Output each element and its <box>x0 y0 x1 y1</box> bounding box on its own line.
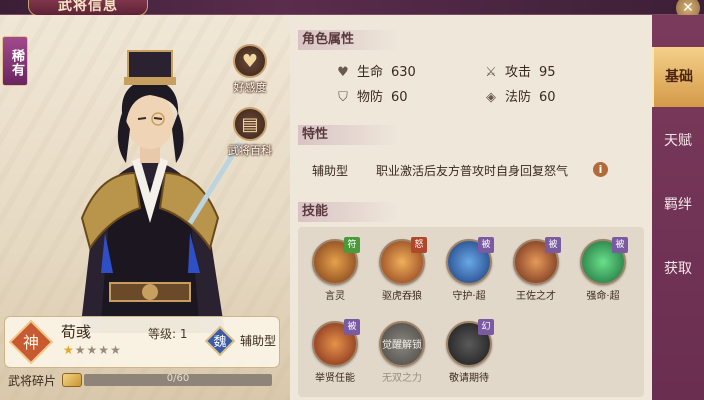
svg-text:魏: 魏 <box>213 335 226 350</box>
shard-label: 武将碎片 <box>8 374 57 388</box>
favor-label: 好感度 <box>233 81 267 94</box>
star-icon: ★ <box>86 343 99 357</box>
skill-icon: 被 <box>513 237 561 285</box>
stat-physical-defense: ⛉ 物防 60 <box>335 89 407 107</box>
hero-level: 等级: 1 <box>148 327 188 341</box>
attributes-heading: 角色属性 <box>298 30 398 50</box>
stat-magic-defense: ◈ 法防 60 <box>483 89 556 107</box>
skill-item-locked[interactable]: 觉醒解锁 无双之力 <box>372 321 432 384</box>
side-tabs: 基础 天赋 羁绊 获取 <box>652 15 704 400</box>
skill-name: 敬请期待 <box>449 373 489 384</box>
skill-icon: 被 <box>446 237 494 285</box>
tab-obtain[interactable]: 获取 <box>652 239 704 299</box>
skill-item[interactable]: 被 守护·超 <box>439 237 499 302</box>
info-icon[interactable]: i <box>593 162 608 177</box>
hero-role: 辅助型 <box>240 334 277 348</box>
skill-item[interactable]: 被 举贤任能 <box>305 319 365 384</box>
shard-progress-bar: 0/60 <box>84 373 272 386</box>
star-icon: ★ <box>63 343 75 357</box>
shield-icon: ⛉ <box>338 90 348 105</box>
svg-text:神: 神 <box>23 333 39 352</box>
skill-item[interactable]: 被 强命·超 <box>573 237 633 302</box>
star-rating: ★★★★★ <box>63 343 122 357</box>
magic-shield-icon: ◈ <box>486 90 496 105</box>
skill-tag: 被 <box>612 237 628 253</box>
skill-icon: 幻 <box>446 319 494 367</box>
skill-name: 守护·超 <box>452 291 486 302</box>
skill-tag: 被 <box>545 237 561 253</box>
skill-item[interactable]: 被 王佐之才 <box>506 237 566 302</box>
skill-icon: 被 <box>312 319 360 367</box>
skill-name: 举贤任能 <box>315 373 355 384</box>
shard-icon <box>62 373 82 387</box>
skill-locked-text: 觉醒解锁 <box>382 340 422 351</box>
hero-name: 荀彧 <box>61 323 92 341</box>
skill-tag: 幻 <box>478 319 494 335</box>
lock-icon: 觉醒解锁 <box>379 321 425 367</box>
trait-description: 职业激活后友方普攻时自身回复怒气 <box>376 164 569 178</box>
god-badge: 神 <box>9 320 53 364</box>
heart-icon: ♥ <box>337 65 349 80</box>
hero-name-card: 神 荀彧 等级: 1 ★★★★★ 魏 辅助型 <box>4 316 280 368</box>
wiki-label: 武将百科 <box>228 144 272 157</box>
shard-row: 武将碎片 0/60 <box>4 368 280 392</box>
skills-heading: 技能 <box>298 202 398 222</box>
tab-basic[interactable]: 基础 <box>652 47 704 107</box>
sword-icon: ⚔ <box>485 65 497 80</box>
stat-attack: ⚔ 攻击 95 <box>483 64 555 82</box>
star-icon: ★ <box>110 343 122 357</box>
shard-progress-text: 0/60 <box>166 373 190 384</box>
book-icon: ▤ <box>233 107 267 141</box>
skill-icon: 符 <box>312 237 360 285</box>
skill-grid: 符 言灵 怒 驱虎吞狼 被 守护·超 被 王佐之才 被 强命·超 被 举贤任能 … <box>298 227 644 397</box>
trait-heading: 特性 <box>298 125 398 145</box>
star-icon: ★ <box>98 343 111 357</box>
skill-item[interactable]: 怒 驱虎吞狼 <box>372 237 432 302</box>
tab-talent[interactable]: 天赋 <box>652 111 704 171</box>
skill-name: 驱虎吞狼 <box>382 291 422 302</box>
skill-item[interactable]: 符 言灵 <box>305 237 365 302</box>
heart-icon: ♥ <box>233 44 267 78</box>
skill-icon: 被 <box>580 237 628 285</box>
skill-name: 言灵 <box>325 291 345 302</box>
skill-icon: 怒 <box>379 237 427 285</box>
wiki-button[interactable]: ▤ 武将百科 <box>224 107 276 158</box>
title-bar: 武将信息 ✕ <box>0 0 704 20</box>
rarity-badge: 稀有 <box>2 36 28 86</box>
skill-item[interactable]: 幻 敬请期待 <box>439 319 499 384</box>
skill-name: 强命·超 <box>586 291 620 302</box>
trait-type: 辅助型 <box>312 164 349 178</box>
favor-button[interactable]: ♥ 好感度 <box>224 44 276 95</box>
hero-info-screen: 武将信息 ✕ 稀有 ♥ 好感度 ▤ 武将百科 神 荀彧 等级: 1 ★★★★★ … <box>0 0 704 400</box>
skill-name: 无双之力 <box>382 373 422 384</box>
star-icon: ★ <box>74 343 87 357</box>
skill-tag: 被 <box>478 237 494 253</box>
faction-badge: 魏 <box>205 326 235 356</box>
skill-tag: 怒 <box>411 237 427 253</box>
info-panel: 角色属性 ♥ 生命 630 ⚔ 攻击 95 ⛉ 物防 60 ◈ 法防 60 特性 辅助型 职业激… <box>290 15 652 400</box>
skill-name: 王佐之才 <box>516 291 556 302</box>
skill-tag: 符 <box>344 237 360 253</box>
skill-tag: 被 <box>344 319 360 335</box>
page-title: 武将信息 <box>28 0 148 16</box>
tab-bond[interactable]: 羁绊 <box>652 175 704 235</box>
stat-hp: ♥ 生命 630 <box>335 64 416 82</box>
